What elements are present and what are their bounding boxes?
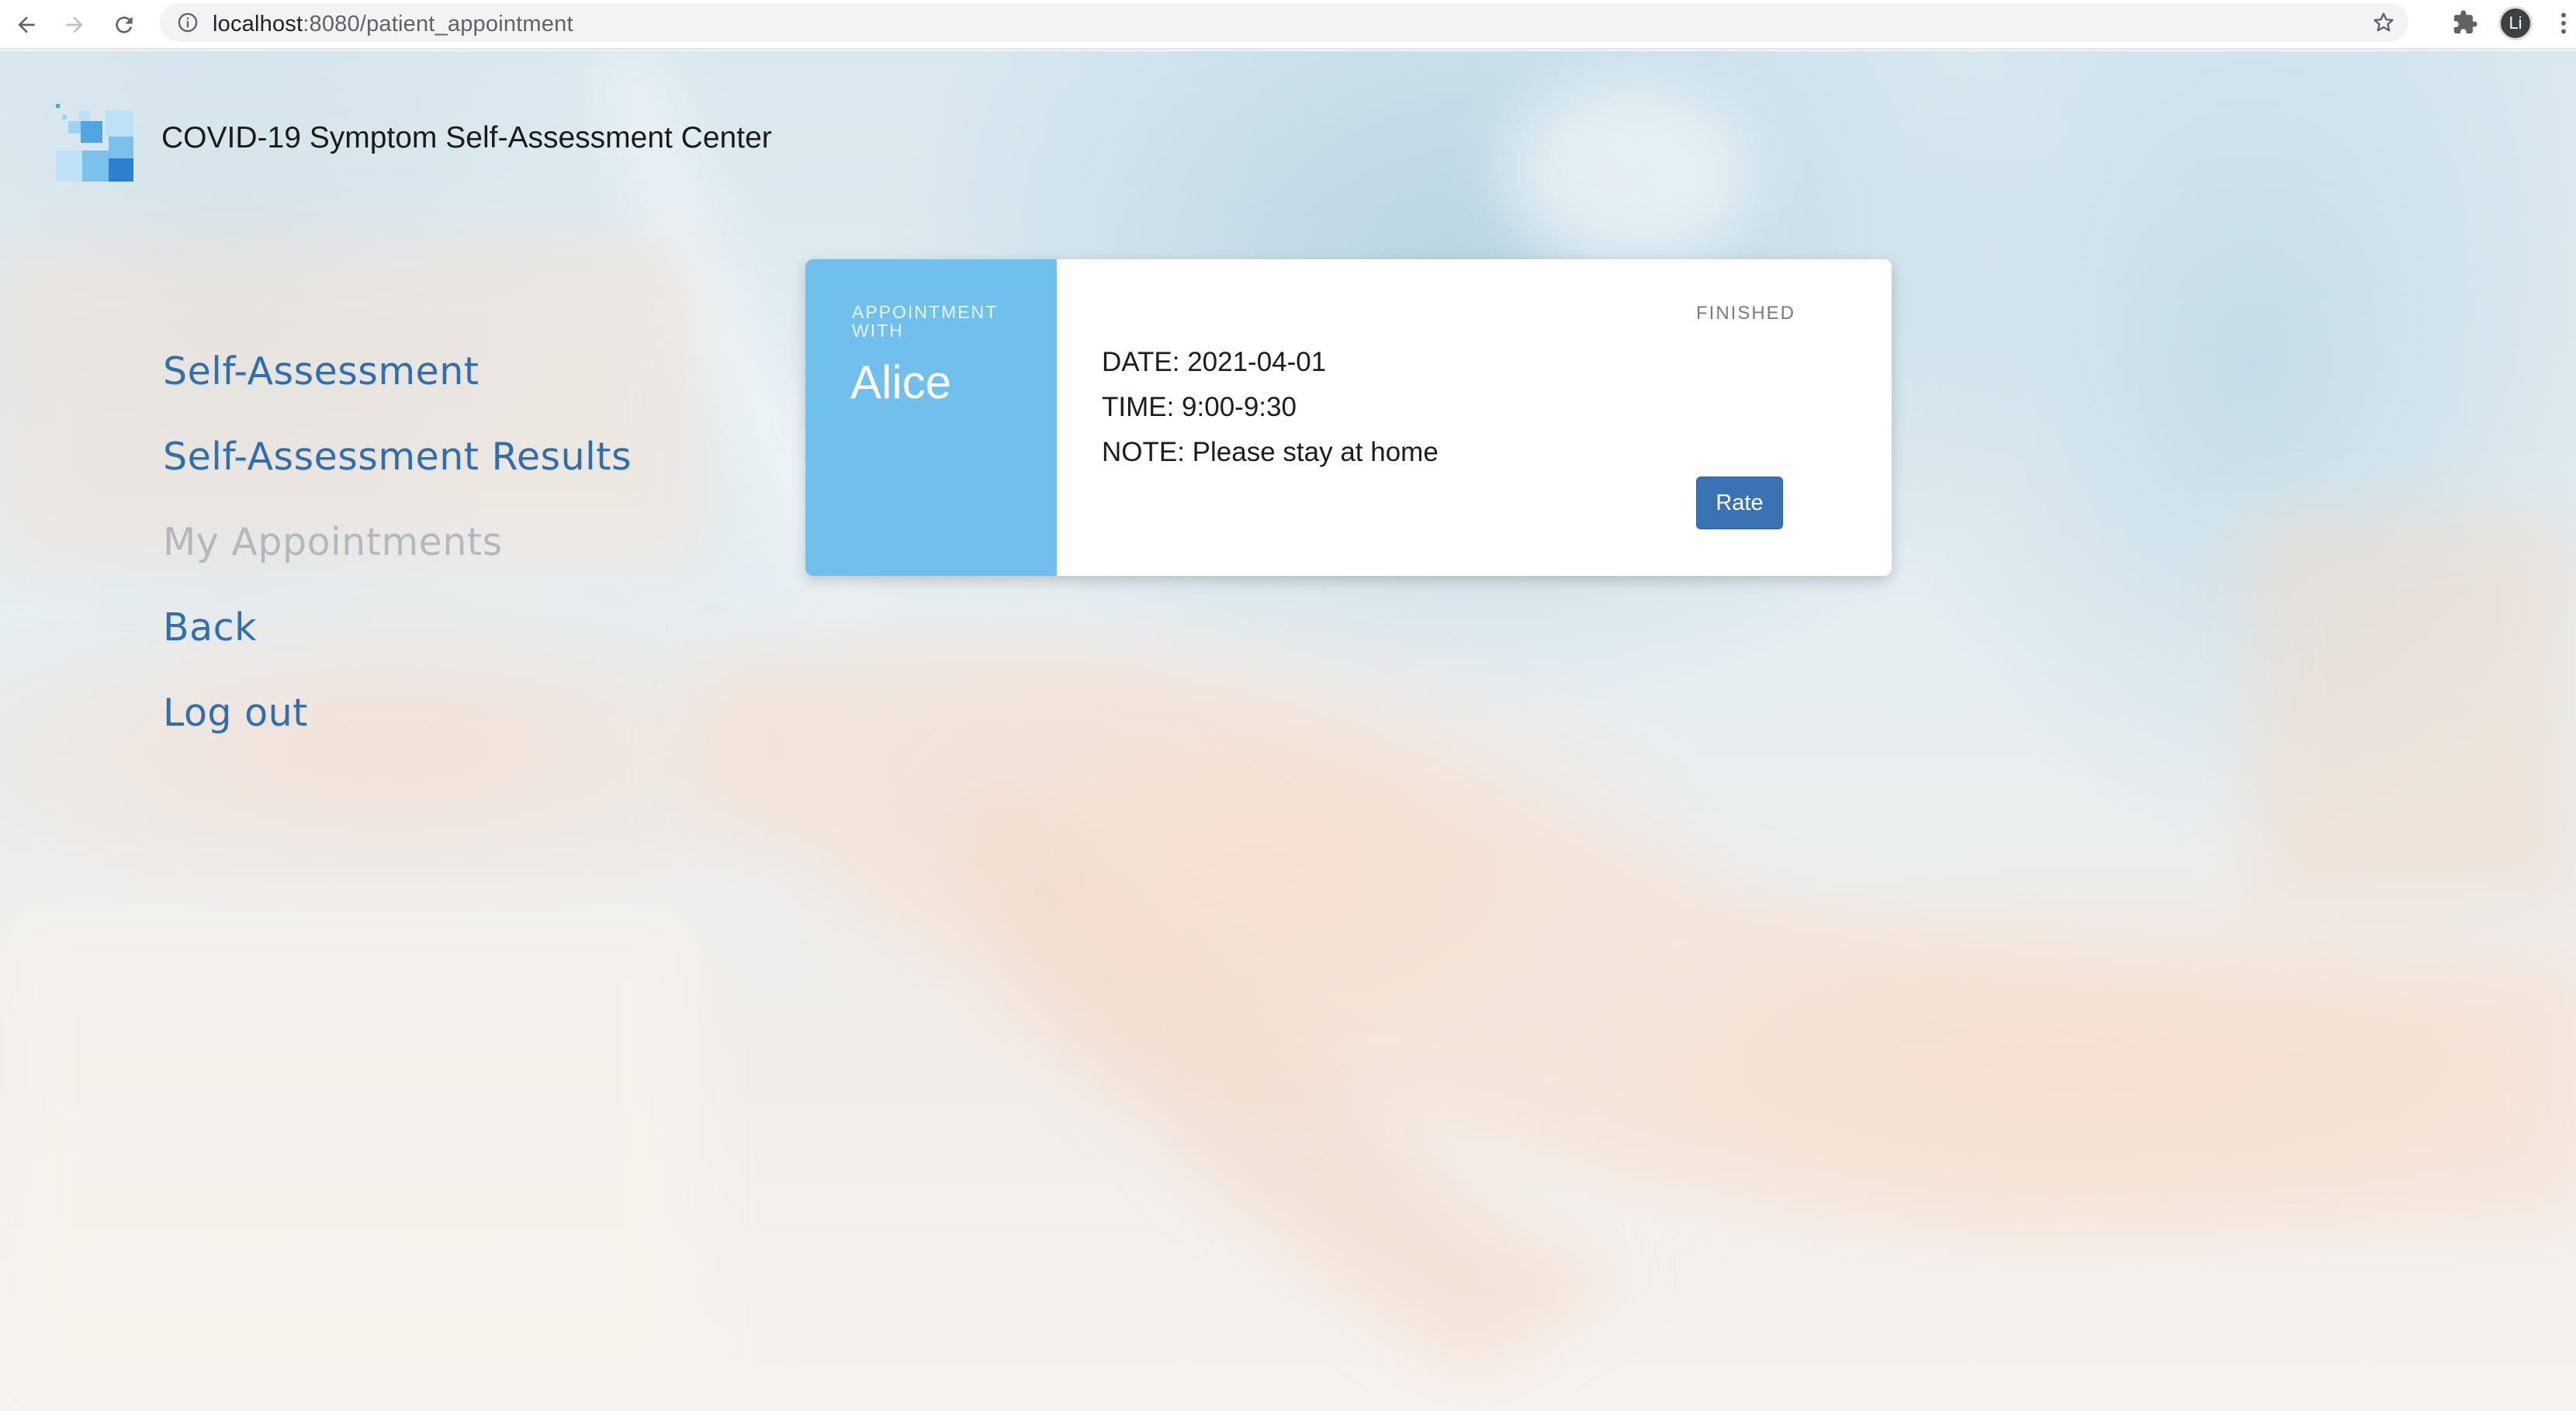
site-title: COVID-19 Symptom Self-Assessment Center — [161, 121, 772, 154]
appointment-date: DATE: 2021-04-01 — [1102, 347, 1327, 377]
kebab-menu-icon[interactable] — [2554, 9, 2573, 37]
url-host: localhost — [213, 12, 303, 36]
appointment-caption: APPOINTMENT WITH — [852, 302, 998, 341]
address-bar[interactable]: localhost:8080/patient_appointment — [160, 3, 2408, 42]
nav-my-appointments[interactable]: My Appointments — [163, 500, 632, 585]
appointment-time: TIME: 9:00-9:30 — [1102, 392, 1297, 422]
page-background: COVID-19 Symptom Self-Assessment Center … — [0, 51, 2576, 1411]
nav-self-assessment-results[interactable]: Self-Assessment Results — [163, 414, 632, 500]
rate-button[interactable]: Rate — [1696, 477, 1783, 529]
appointment-details: DATE: 2021-04-01 TIME: 9:00-9:30 NOTE: P… — [1102, 340, 1439, 475]
status-badge: FINISHED — [1696, 303, 1796, 324]
url-text[interactable]: localhost:8080/patient_appointment — [213, 12, 573, 37]
nav-log-out[interactable]: Log out — [163, 671, 632, 756]
info-icon[interactable] — [177, 12, 199, 33]
nav-back[interactable]: Back — [163, 585, 632, 671]
url-path: :8080/patient_appointment — [303, 12, 573, 36]
nav-self-assessment[interactable]: Self-Assessment — [163, 329, 632, 414]
back-arrow-icon[interactable] — [9, 8, 43, 42]
reload-icon[interactable] — [107, 8, 141, 42]
appointment-card-accent-panel: APPOINTMENT WITH Alice — [805, 259, 1057, 576]
browser-toolbar: localhost:8080/patient_appointment Li — [0, 0, 2576, 50]
star-icon[interactable] — [2371, 10, 2396, 35]
profile-avatar[interactable]: Li — [2498, 6, 2533, 40]
appointment-card: APPOINTMENT WITH Alice FINISHED DATE: 20… — [805, 259, 1892, 576]
side-navigation: Self-Assessment Self-Assessment Results … — [163, 329, 632, 756]
forward-arrow-icon[interactable] — [57, 8, 92, 42]
puzzle-extension-icon[interactable] — [2452, 9, 2478, 36]
appointment-note: NOTE: Please stay at home — [1102, 437, 1439, 467]
pixel-squares-logo — [56, 104, 133, 182]
appointment-doctor-name: Alice — [850, 356, 952, 408]
